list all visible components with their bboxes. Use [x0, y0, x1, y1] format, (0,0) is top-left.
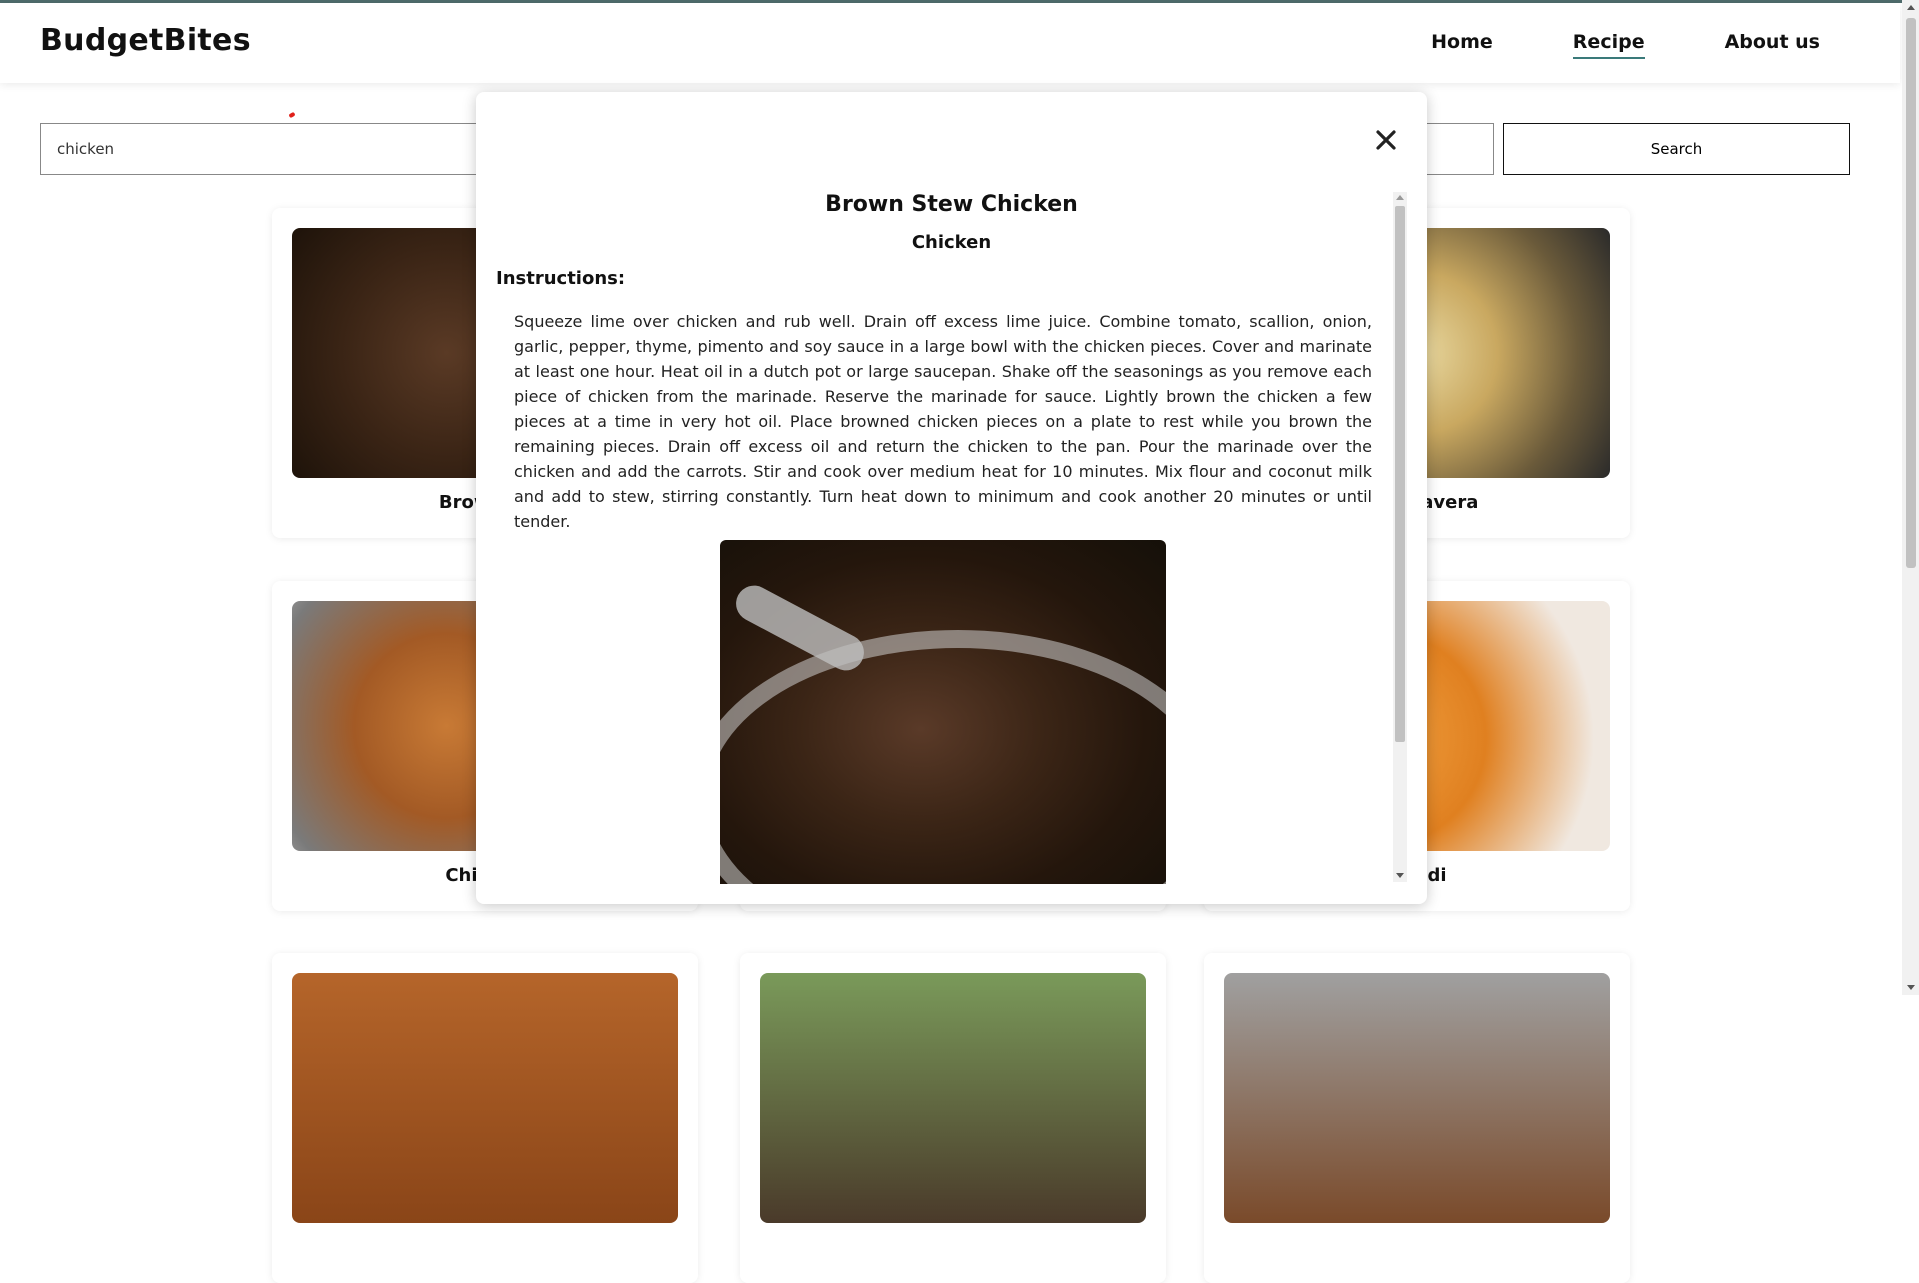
- recipe-image: [292, 973, 678, 1223]
- scroll-up-arrow-icon[interactable]: [1396, 195, 1404, 200]
- recipe-card-7[interactable]: [272, 953, 698, 1283]
- close-icon[interactable]: [1373, 127, 1399, 153]
- page-scrollbar[interactable]: [1902, 0, 1919, 995]
- red-mark: [288, 111, 296, 119]
- page-scroll-thumb[interactable]: [1906, 18, 1916, 568]
- recipe-card-9[interactable]: [1204, 953, 1630, 1283]
- meal-category: Chicken: [911, 232, 992, 253]
- recipe-image: [1224, 973, 1610, 1223]
- instructions-heading: Instructions:: [496, 268, 626, 289]
- nav-about-us[interactable]: About us: [1725, 31, 1820, 59]
- main-nav: Home Recipe About us: [1431, 31, 1820, 59]
- instructions-text: Squeeze lime over chicken and rub well. …: [514, 312, 1372, 531]
- scroll-up-arrow-icon[interactable]: [1907, 5, 1915, 10]
- meal-title: Brown Stew Chicken: [825, 192, 1078, 217]
- scroll-down-arrow-icon[interactable]: [1907, 985, 1915, 990]
- meal-image: [720, 540, 1166, 884]
- modal-scrollbar[interactable]: [1393, 192, 1407, 882]
- nav-home[interactable]: Home: [1431, 31, 1493, 59]
- recipe-image: [760, 973, 1146, 1223]
- modal-scroll-thumb[interactable]: [1395, 206, 1405, 742]
- scroll-down-arrow-icon[interactable]: [1396, 873, 1404, 878]
- site-header: BudgetBites Home Recipe About us: [0, 3, 1900, 83]
- recipe-modal: Brown Stew Chicken Chicken Instructions:…: [476, 92, 1427, 904]
- recipe-card-8[interactable]: [740, 953, 1166, 1283]
- brand-logo[interactable]: BudgetBites: [40, 23, 251, 58]
- nav-recipe[interactable]: Recipe: [1572, 31, 1645, 59]
- search-button[interactable]: Search: [1503, 123, 1850, 175]
